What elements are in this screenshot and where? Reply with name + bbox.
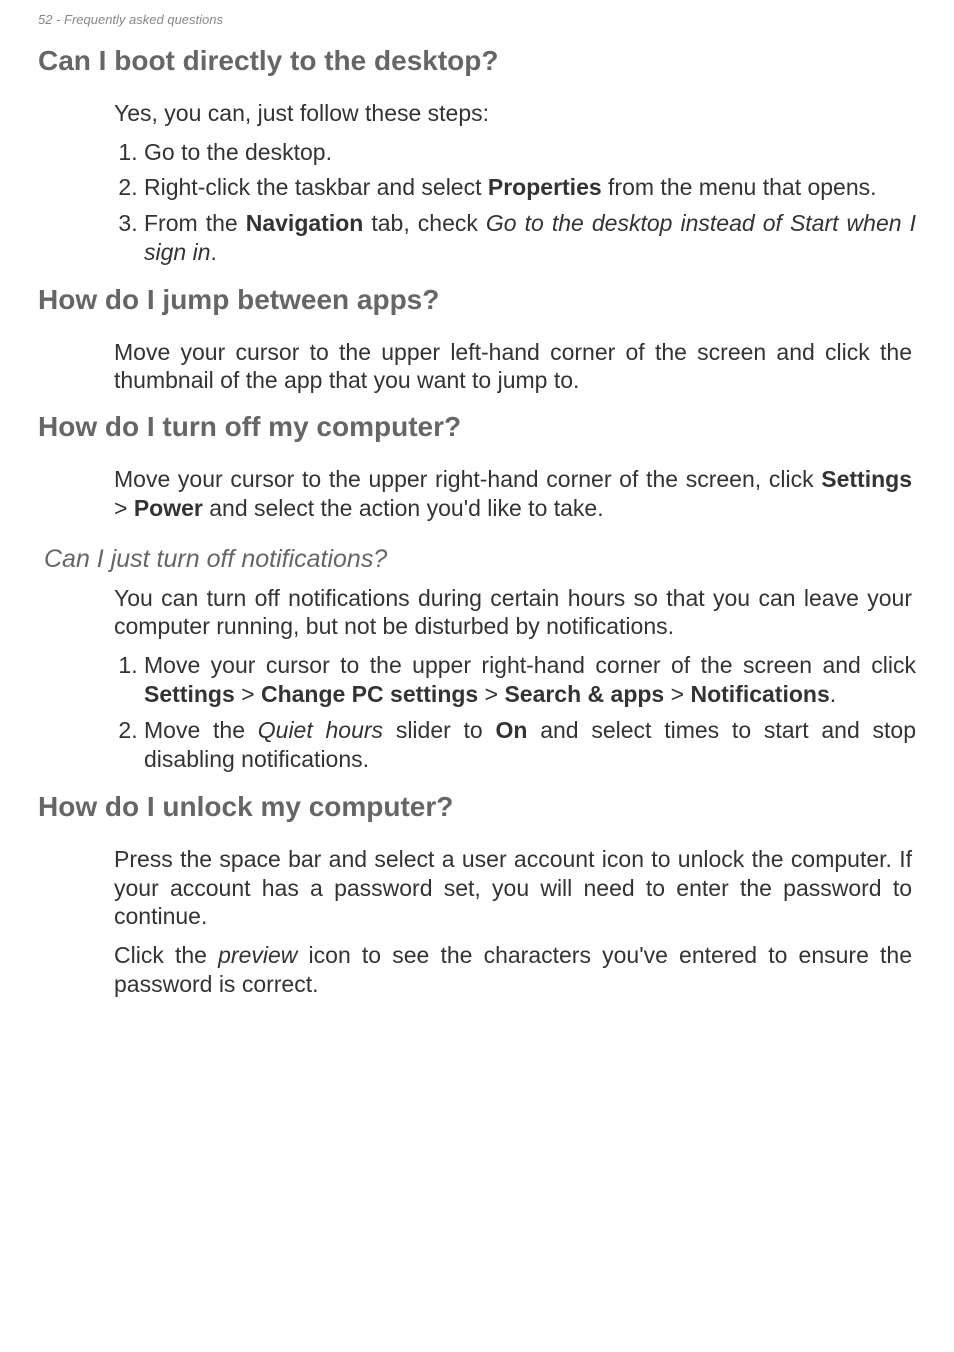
heading-jump-apps: How do I jump between apps? (38, 284, 916, 316)
text: > (114, 495, 134, 521)
list-item: Move the Quiet hours slider to On and se… (144, 716, 916, 775)
text: From the (144, 210, 246, 236)
page-container: 52 - Frequently asked questions Can I bo… (0, 0, 954, 1352)
list-item: Move your cursor to the upper right-hand… (144, 651, 916, 710)
bold-text: Notifications (690, 681, 829, 707)
paragraph: Yes, you can, just follow these steps: (114, 99, 912, 128)
italic-text: Quiet hours (258, 717, 383, 743)
subheading-notifications: Can I just turn off notifications? (44, 545, 916, 574)
list-item: From the Navigation tab, check Go to the… (144, 209, 916, 268)
bold-text: On (496, 717, 528, 743)
text: . (210, 239, 216, 265)
ordered-list: Move your cursor to the upper right-hand… (114, 651, 916, 775)
page-header: 52 - Frequently asked questions (38, 12, 916, 27)
text: Move your cursor to the upper right-hand… (144, 652, 916, 678)
bold-text: Settings (144, 681, 235, 707)
content-block: You can turn off notifications during ce… (114, 584, 912, 642)
heading-unlock: How do I unlock my computer? (38, 791, 916, 823)
list-item: Go to the desktop. (144, 138, 916, 167)
text: tab, check (363, 210, 486, 236)
heading-boot-desktop: Can I boot directly to the desktop? (38, 45, 916, 77)
text: > (235, 681, 261, 707)
text: Click the (114, 942, 218, 968)
content-block: Yes, you can, just follow these steps: (114, 99, 912, 128)
content-block: Move your cursor to the upper right-hand… (114, 465, 912, 523)
bold-text: Change PC settings (261, 681, 478, 707)
italic-text: preview (218, 942, 297, 968)
content-block: Press the space bar and select a user ac… (114, 845, 912, 999)
text: Move your cursor to the upper right-hand… (114, 466, 821, 492)
ordered-list: Go to the desktop. Right-click the taskb… (114, 138, 916, 268)
paragraph: Move your cursor to the upper right-hand… (114, 465, 912, 523)
bold-text: Navigation (246, 210, 364, 236)
text: and select the action you'd like to take… (203, 495, 604, 521)
text: from the menu that opens. (602, 174, 877, 200)
paragraph: Press the space bar and select a user ac… (114, 845, 912, 931)
text: slider to (383, 717, 495, 743)
bold-text: Search & apps (504, 681, 664, 707)
content-block: Move your cursor to the upper left-hand … (114, 338, 912, 396)
bold-text: Power (134, 495, 203, 521)
paragraph: Click the preview icon to see the charac… (114, 941, 912, 999)
paragraph: Move your cursor to the upper left-hand … (114, 338, 912, 396)
list-item: Right-click the taskbar and select Prope… (144, 173, 916, 202)
text: Right-click the taskbar and select (144, 174, 488, 200)
paragraph: You can turn off notifications during ce… (114, 584, 912, 642)
bold-text: Properties (488, 174, 602, 200)
heading-turn-off: How do I turn off my computer? (38, 411, 916, 443)
bold-text: Settings (821, 466, 912, 492)
text: > (478, 681, 504, 707)
text: > (664, 681, 690, 707)
text: Move the (144, 717, 258, 743)
text: . (830, 681, 836, 707)
